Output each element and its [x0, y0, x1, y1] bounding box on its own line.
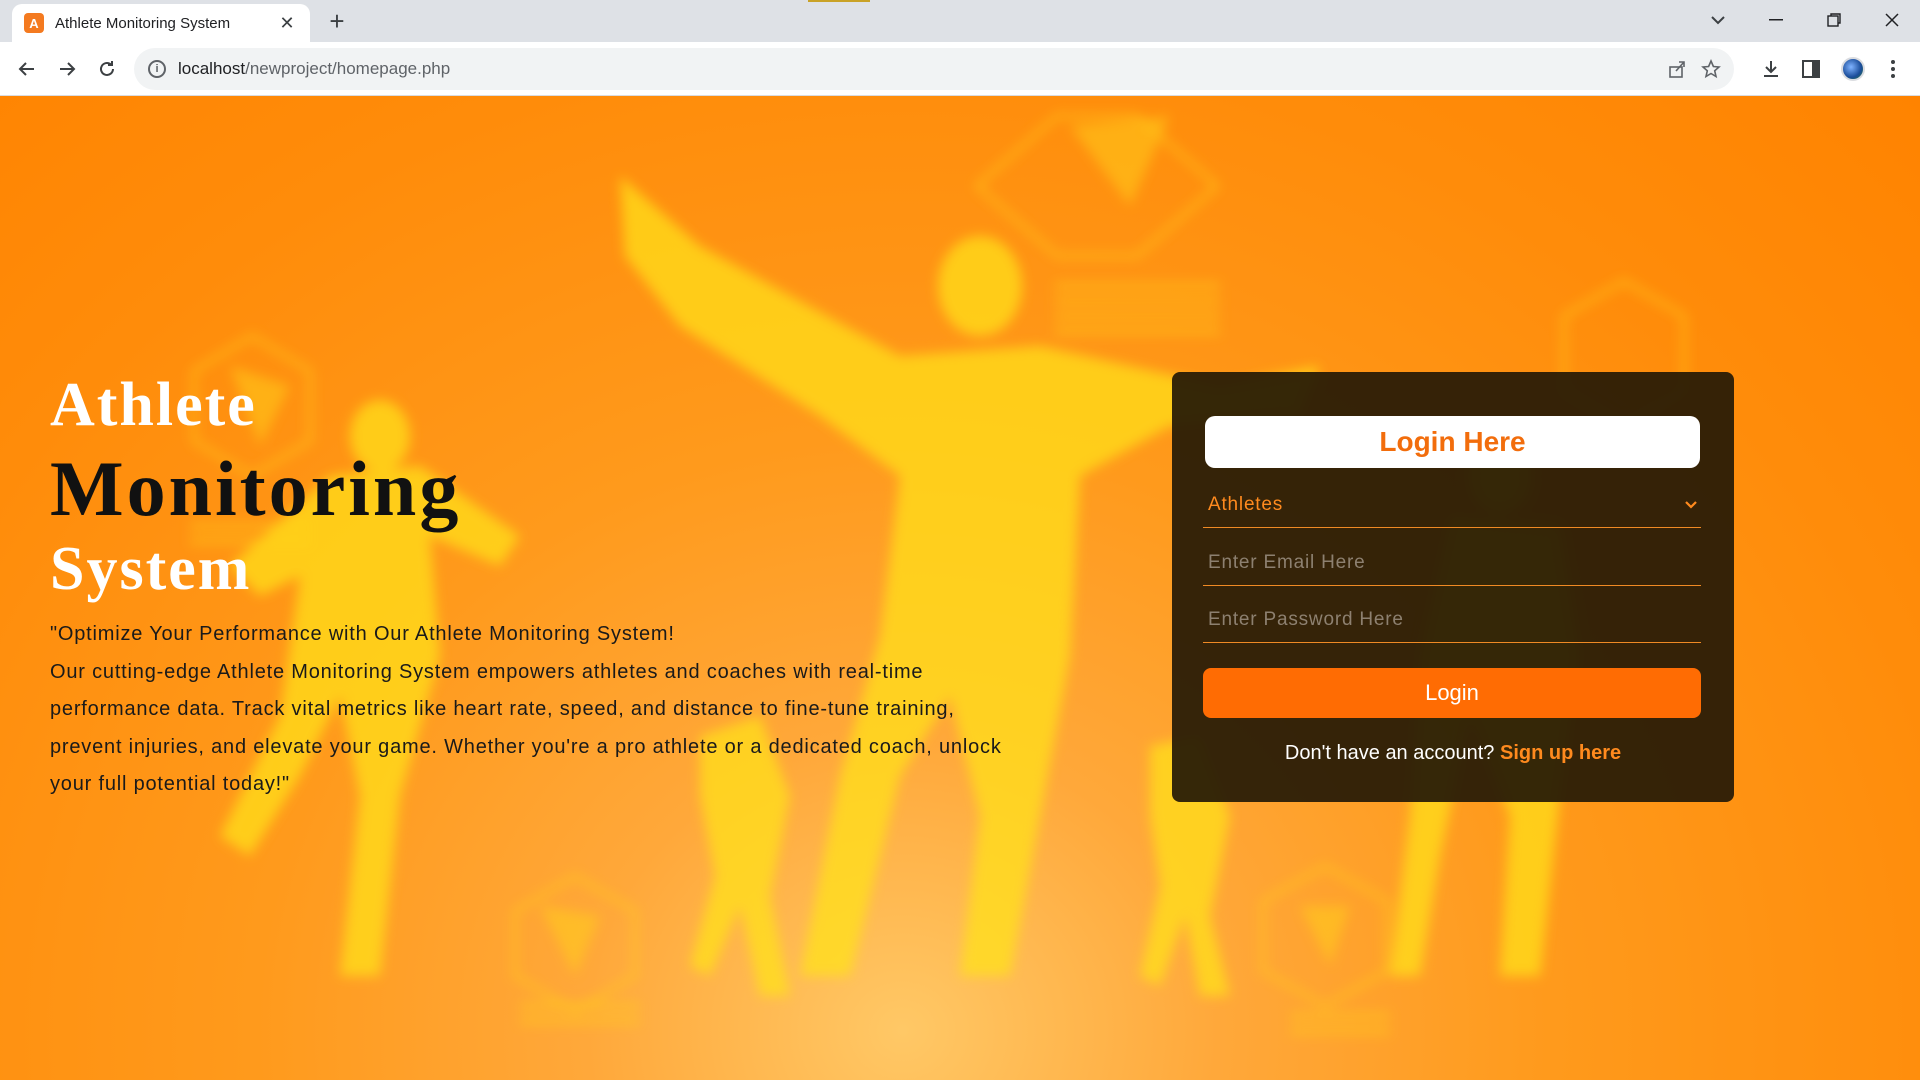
browser-tab[interactable]: A Athlete Monitoring System ✕ — [12, 4, 310, 42]
reload-icon[interactable] — [90, 52, 124, 86]
tab-strip-accent — [808, 0, 870, 2]
minimize-button[interactable] — [1748, 0, 1804, 40]
signup-prompt-text: Don't have an account? — [1284, 742, 1495, 764]
login-card: Login Here Athletes Enter Email Here Ent… — [1172, 372, 1734, 802]
download-icon[interactable] — [1754, 52, 1788, 86]
chevron-down-icon — [1685, 496, 1697, 514]
restore-button[interactable] — [1806, 0, 1862, 40]
share-icon[interactable] — [1660, 52, 1694, 86]
tab-close-icon[interactable]: ✕ — [276, 13, 298, 34]
info-icon[interactable]: i — [148, 60, 166, 78]
new-tab-button[interactable]: + — [322, 6, 352, 36]
signup-prompt: Don't have an account? Sign up here — [1172, 742, 1734, 765]
forward-icon[interactable] — [50, 52, 84, 86]
tab-strip: A Athlete Monitoring System ✕ + — [0, 0, 1920, 42]
site-favicon-icon: A — [24, 13, 44, 33]
login-header: Login Here — [1205, 416, 1700, 468]
hero-title-line2: Monitoring — [50, 445, 462, 532]
email-placeholder: Enter Email Here — [1208, 551, 1366, 573]
password-field[interactable]: Enter Password Here — [1203, 597, 1701, 643]
email-field[interactable]: Enter Email Here — [1203, 540, 1701, 586]
role-select-value: Athletes — [1208, 493, 1284, 515]
password-placeholder: Enter Password Here — [1208, 608, 1404, 630]
hero-title: Athlete Monitoring System — [50, 374, 461, 600]
hero-title-line1: Athlete — [50, 371, 257, 439]
tab-title: Athlete Monitoring System — [55, 14, 231, 32]
back-icon[interactable] — [10, 52, 44, 86]
url-path: /newproject/homepage.php — [245, 59, 451, 78]
hero-tagline: "Optimize Your Performance with Our Athl… — [50, 623, 675, 645]
login-button[interactable]: Login — [1203, 668, 1701, 718]
page-body: Athlete Monitoring System "Optimize Your… — [0, 96, 1920, 1080]
side-panel-icon[interactable] — [1794, 52, 1828, 86]
url-text: localhost/newproject/homepage.php — [178, 59, 450, 79]
close-window-button[interactable] — [1864, 0, 1920, 40]
hero-description: "Optimize Your Performance with Our Athl… — [50, 616, 1010, 804]
browser-toolbar: i localhost/newproject/homepage.php — [0, 42, 1920, 96]
url-host: localhost — [178, 59, 246, 78]
hero-body-text: Our cutting-edge Athlete Monitoring Syst… — [50, 660, 1002, 796]
star-icon[interactable] — [1694, 52, 1728, 86]
address-bar[interactable]: i localhost/newproject/homepage.php — [134, 48, 1734, 90]
tab-search-icon[interactable] — [1690, 0, 1746, 40]
hero-title-line3: System — [50, 535, 252, 603]
role-select[interactable]: Athletes — [1203, 482, 1701, 528]
avatar — [1841, 57, 1865, 81]
menu-icon[interactable] — [1876, 52, 1910, 86]
signup-link[interactable]: Sign up here — [1500, 742, 1621, 764]
profile-avatar[interactable] — [1836, 52, 1870, 86]
